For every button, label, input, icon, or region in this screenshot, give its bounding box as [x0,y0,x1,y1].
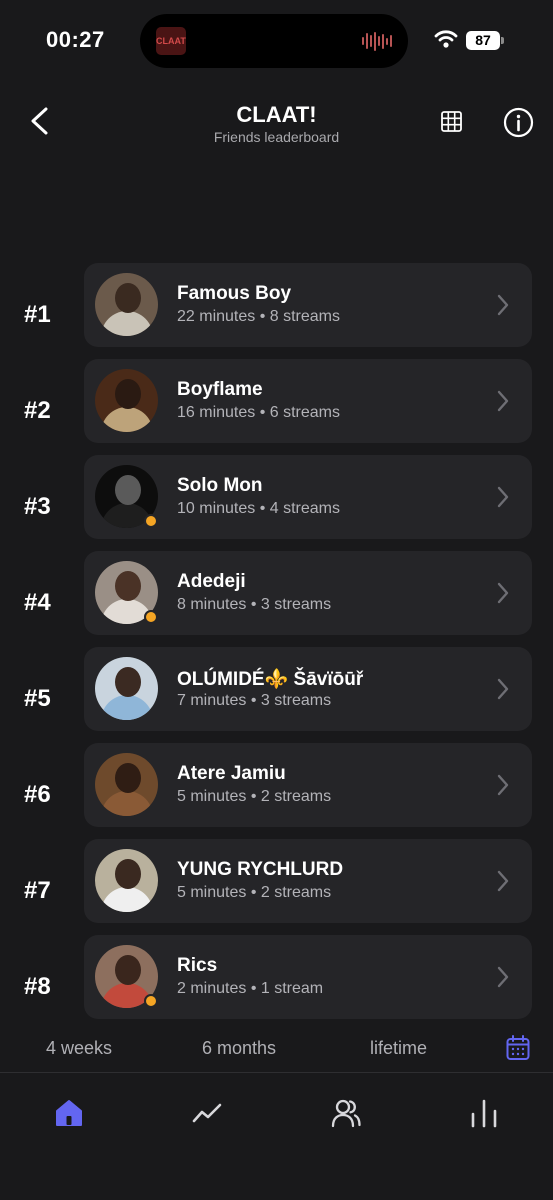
leaderboard-row: #2 Boyflame 16 minutes • 6 streams [0,359,553,445]
friend-card[interactable]: Boyflame 16 minutes • 6 streams [84,359,532,443]
chevron-right-icon [497,582,509,604]
chevron-right-icon [497,294,509,316]
avatar-body [101,311,153,336]
battery-indicator: 87 [466,31,500,50]
listening-stats: 10 minutes • 4 streams [177,500,340,517]
online-status-dot [144,610,158,624]
leaderboard-row: #1 Famous Boy 22 minutes • 8 streams [0,263,553,349]
friend-name: OLÚMIDÉ⚜️ Šāvïōūř [177,669,364,690]
avatar-body [101,407,153,432]
status-time: 00:27 [46,27,105,52]
rank-label: #8 [24,973,51,1000]
leaderboard-row: #6 Atere Jamiu 5 minutes • 2 streams [0,743,553,829]
friend-card[interactable]: Solo Mon 10 minutes • 4 streams [84,455,532,539]
bottom-tab-bar [0,1072,553,1200]
now-playing-artwork: CLAAT! [156,27,186,55]
listening-stats: 8 minutes • 3 streams [177,596,332,613]
friend-card[interactable]: OLÚMIDÉ⚜️ Šāvïōūř 7 minutes • 3 streams [84,647,532,731]
chevron-right-icon [497,774,509,796]
chevron-right-icon [497,390,509,412]
dynamic-island[interactable]: CLAAT! [140,14,408,68]
rank-label: #5 [24,685,51,712]
friend-name: Adedeji [177,571,246,592]
rank-label: #6 [24,781,51,808]
status-bar: 00:27 CLAAT! 87 [0,0,553,80]
avatar [95,369,158,432]
listening-stats: 2 minutes • 1 stream [177,980,324,997]
rank-label: #7 [24,877,51,904]
friend-card[interactable]: YUNG RYCHLURD 5 minutes • 2 streams [84,839,532,923]
avatar-body [101,791,153,816]
friend-name: Famous Boy [177,283,292,304]
period-tab-6-months[interactable]: 6 months [202,1038,276,1059]
battery-tip [501,37,504,44]
chevron-right-icon [497,870,509,892]
stats-icon[interactable] [468,1097,500,1129]
screen: 00:27 CLAAT! 87 CLAAT! Friends leaderboa… [0,0,553,1200]
grid-icon[interactable] [441,111,462,132]
rank-label: #2 [24,397,51,424]
period-tab-lifetime[interactable]: lifetime [370,1038,427,1059]
leaderboard-row: #4 Adedeji 8 minutes • 3 streams [0,551,553,637]
avatar-head [115,379,141,409]
avatar-head [115,667,141,697]
period-tab-4-weeks[interactable]: 4 weeks [46,1038,112,1059]
friend-name: Atere Jamiu [177,763,286,784]
rank-label: #3 [24,493,51,520]
listening-stats: 22 minutes • 8 streams [177,308,340,325]
rank-label: #1 [24,301,51,328]
period-selector: 4 weeks 6 months lifetime [0,1030,553,1068]
listening-stats: 7 minutes • 3 streams [177,692,332,709]
wifi-icon [434,30,458,48]
avatar [95,657,158,720]
avatar-body [101,695,153,720]
leaderboard-row: #3 Solo Mon 10 minutes • 4 streams [0,455,553,541]
avatar-head [115,763,141,793]
avatar-head [115,283,141,313]
friend-name: YUNG RYCHLURD [177,859,344,880]
leaderboard-row: #8 Rics 2 minutes • 1 stream [0,935,553,1021]
friend-card[interactable]: Famous Boy 22 minutes • 8 streams [84,263,532,347]
friend-name: Solo Mon [177,475,263,496]
listening-stats: 5 minutes • 2 streams [177,788,332,805]
avatar [95,753,158,816]
info-icon[interactable] [503,107,534,138]
friend-card[interactable]: Rics 2 minutes • 1 stream [84,935,532,1019]
audio-waveform-icon [362,31,392,51]
home-icon[interactable] [53,1097,85,1129]
avatar-head [115,475,141,505]
listening-stats: 16 minutes • 6 streams [177,404,340,421]
page-subtitle: Friends leaderboard [213,129,340,145]
avatar [95,849,158,912]
avatar-head [115,955,141,985]
avatar-body [101,887,153,912]
leaderboard-row: #7 YUNG RYCHLURD 5 minutes • 2 streams [0,839,553,925]
chevron-right-icon [497,486,509,508]
leaderboard-row: #5 OLÚMIDÉ⚜️ Šāvïōūř 7 minutes • 3 strea… [0,647,553,733]
friend-name: Boyflame [177,379,263,400]
page-title: CLAAT! [236,102,317,127]
chevron-right-icon [497,966,509,988]
friend-name: Rics [177,955,218,976]
chevron-right-icon [497,678,509,700]
online-status-dot [144,994,158,1008]
calendar-icon[interactable] [506,1035,530,1061]
avatar-head [115,571,141,601]
friend-card[interactable]: Atere Jamiu 5 minutes • 2 streams [84,743,532,827]
listening-stats: 5 minutes • 2 streams [177,884,332,901]
header: CLAAT! Friends leaderboard [0,90,553,160]
trend-icon[interactable] [191,1097,223,1129]
rank-label: #4 [24,589,51,616]
friends-icon[interactable] [330,1097,362,1129]
avatar-head [115,859,141,889]
friend-card[interactable]: Adedeji 8 minutes • 3 streams [84,551,532,635]
online-status-dot [144,514,158,528]
avatar [95,273,158,336]
